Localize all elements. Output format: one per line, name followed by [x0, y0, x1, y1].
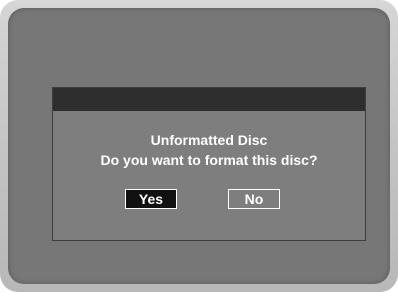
no-button[interactable]: No [228, 189, 280, 209]
dialog-title: Unformatted Disc [150, 132, 268, 148]
yes-button[interactable]: Yes [125, 189, 177, 209]
dialog-question: Do you want to format this disc? [100, 152, 318, 168]
dialog-titlebar [53, 88, 365, 111]
format-disc-dialog: Unformatted Disc Do you want to format t… [52, 87, 366, 241]
